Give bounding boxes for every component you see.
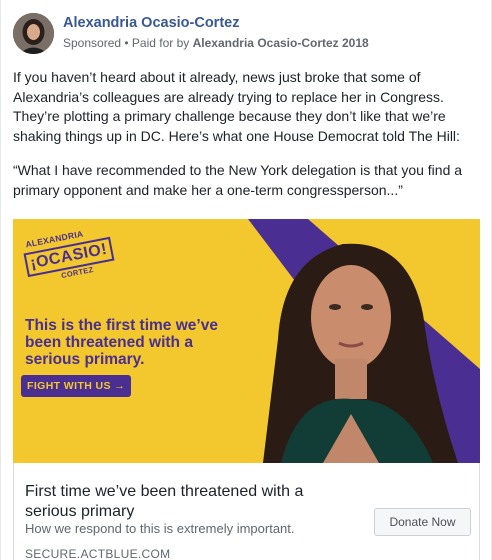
link-title[interactable]: First time we’ve been threatened with a … (25, 482, 345, 522)
portrait-face (311, 265, 391, 369)
post-text: If you haven’t heard about it already, n… (13, 68, 483, 200)
campaign-logo: ALEXANDRIA ¡OCASIO! CORTEZ (21, 228, 115, 284)
dot-separator: • (121, 36, 132, 50)
ad-image[interactable]: ALEXANDRIA ¡OCASIO! CORTEZ This is the f… (13, 219, 480, 463)
paid-for-prefix: Paid for by (131, 36, 193, 50)
page-name-link[interactable]: Alexandria Ocasio-Cortez (63, 15, 239, 31)
link-description: How we respond to this is extremely impo… (25, 521, 295, 536)
portrait-neck (335, 359, 367, 399)
sponsored-post: Alexandria Ocasio-Cortez Sponsored • Pai… (0, 0, 492, 560)
ad-headline: This is the first time we’ve been threat… (25, 317, 218, 368)
sponsored-line: Sponsored • Paid for by Alexandria Ocasi… (63, 36, 369, 50)
link-preview[interactable]: First time we’ve been threatened with a … (13, 463, 480, 560)
page-avatar[interactable] (13, 13, 54, 54)
paid-for-by: Alexandria Ocasio-Cortez 2018 (192, 36, 369, 50)
post-quote: “What I have recommended to the New York… (13, 162, 463, 198)
post-paragraph: If you haven’t heard about it already, n… (13, 69, 460, 144)
avatar-image (13, 13, 54, 54)
link-domain: SECURE.ACTBLUE.COM (25, 547, 171, 560)
donate-now-button[interactable]: Donate Now (374, 508, 471, 536)
sponsored-label[interactable]: Sponsored (63, 36, 121, 50)
fight-with-us-button[interactable]: FIGHT WITH US → (21, 375, 132, 397)
